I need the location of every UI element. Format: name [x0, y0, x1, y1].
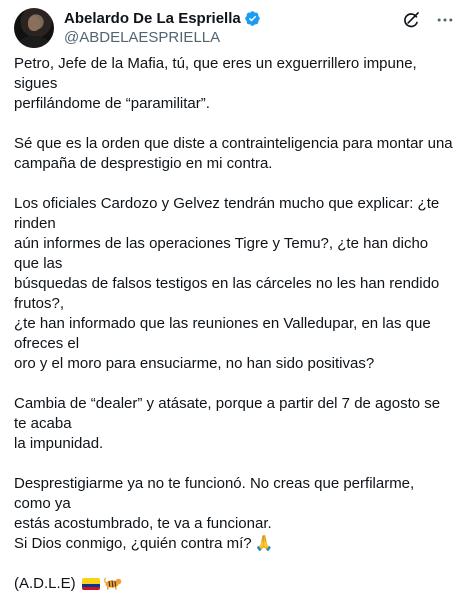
text-line: Petro, Jefe de la Mafia, tú, que eres un…: [14, 55, 417, 92]
avatar[interactable]: [14, 8, 54, 48]
avatar-face: [28, 16, 40, 31]
tweet-paragraph: Desprestigiarme ya no te funcionó. No cr…: [14, 474, 455, 554]
tweet-card: Abelardo De La Espriella @ABDELAESPRIELL…: [0, 0, 469, 592]
text-line: campaña de desprestigio en mi contra.: [14, 155, 273, 172]
tweet-paragraph: Cambia de “dealer” y atásate, porque a p…: [14, 394, 455, 454]
tweet-paragraph: Petro, Jefe de la Mafia, tú, que eres un…: [14, 54, 455, 114]
verified-badge-icon: [244, 11, 260, 26]
display-name-row: Abelardo De La Espriella: [64, 9, 261, 28]
tweet-paragraph: Los oficiales Cardozo y Gelvez tendrán m…: [14, 194, 455, 374]
text-line: ¿te han informado que las reuniones en V…: [14, 315, 431, 352]
signature-row: (A.D.L.E): [14, 574, 455, 594]
text-line: perfilándome de “paramilitar”.: [14, 95, 210, 112]
text-line: oro y el moro para ensuciarme, no han si…: [14, 355, 375, 372]
grok-icon[interactable]: [401, 10, 421, 30]
tweet-header: Abelardo De La Espriella @ABDELAESPRIELL…: [14, 6, 455, 50]
tweet-text: Petro, Jefe de la Mafia, tú, que eres un…: [14, 54, 455, 594]
text-line: Los oficiales Cardozo y Gelvez tendrán m…: [14, 195, 440, 232]
author-display-name[interactable]: Abelardo De La Espriella: [64, 9, 241, 28]
avatar-shoulders: [18, 36, 50, 48]
colombia-flag-icon: [81, 578, 100, 590]
tweet-paragraph: Sé que es la orden que diste a contraint…: [14, 134, 455, 174]
tiger-icon: [103, 576, 122, 592]
text-line: Si Dios conmigo, ¿quién contra mí?: [14, 535, 252, 552]
text-line: estás acostumbrado, te va a funcionar.: [14, 515, 272, 532]
more-icon[interactable]: [435, 10, 455, 30]
text-line-with-emoji: Si Dios conmigo, ¿quién contra mí? 🙏: [14, 534, 455, 554]
text-line: aún informes de las operaciones Tigre y …: [14, 235, 429, 272]
praying-hands-icon: 🙏: [254, 535, 274, 552]
text-line: Cambia de “dealer” y atásate, porque a p…: [14, 395, 441, 432]
text-line: Sé que es la orden que diste a contraint…: [14, 135, 453, 152]
author-names: Abelardo De La Espriella @ABDELAESPRIELL…: [64, 9, 261, 47]
text-line: la impunidad.: [14, 435, 104, 452]
text-line: búsquedas de falsos testigos en las cárc…: [14, 275, 440, 312]
text-line: Desprestigiarme ya no te funcionó. No cr…: [14, 475, 415, 512]
signature: (A.D.L.E): [14, 575, 76, 592]
author-handle[interactable]: @ABDELAESPRIELLA: [64, 28, 261, 47]
header-actions: [401, 10, 455, 30]
